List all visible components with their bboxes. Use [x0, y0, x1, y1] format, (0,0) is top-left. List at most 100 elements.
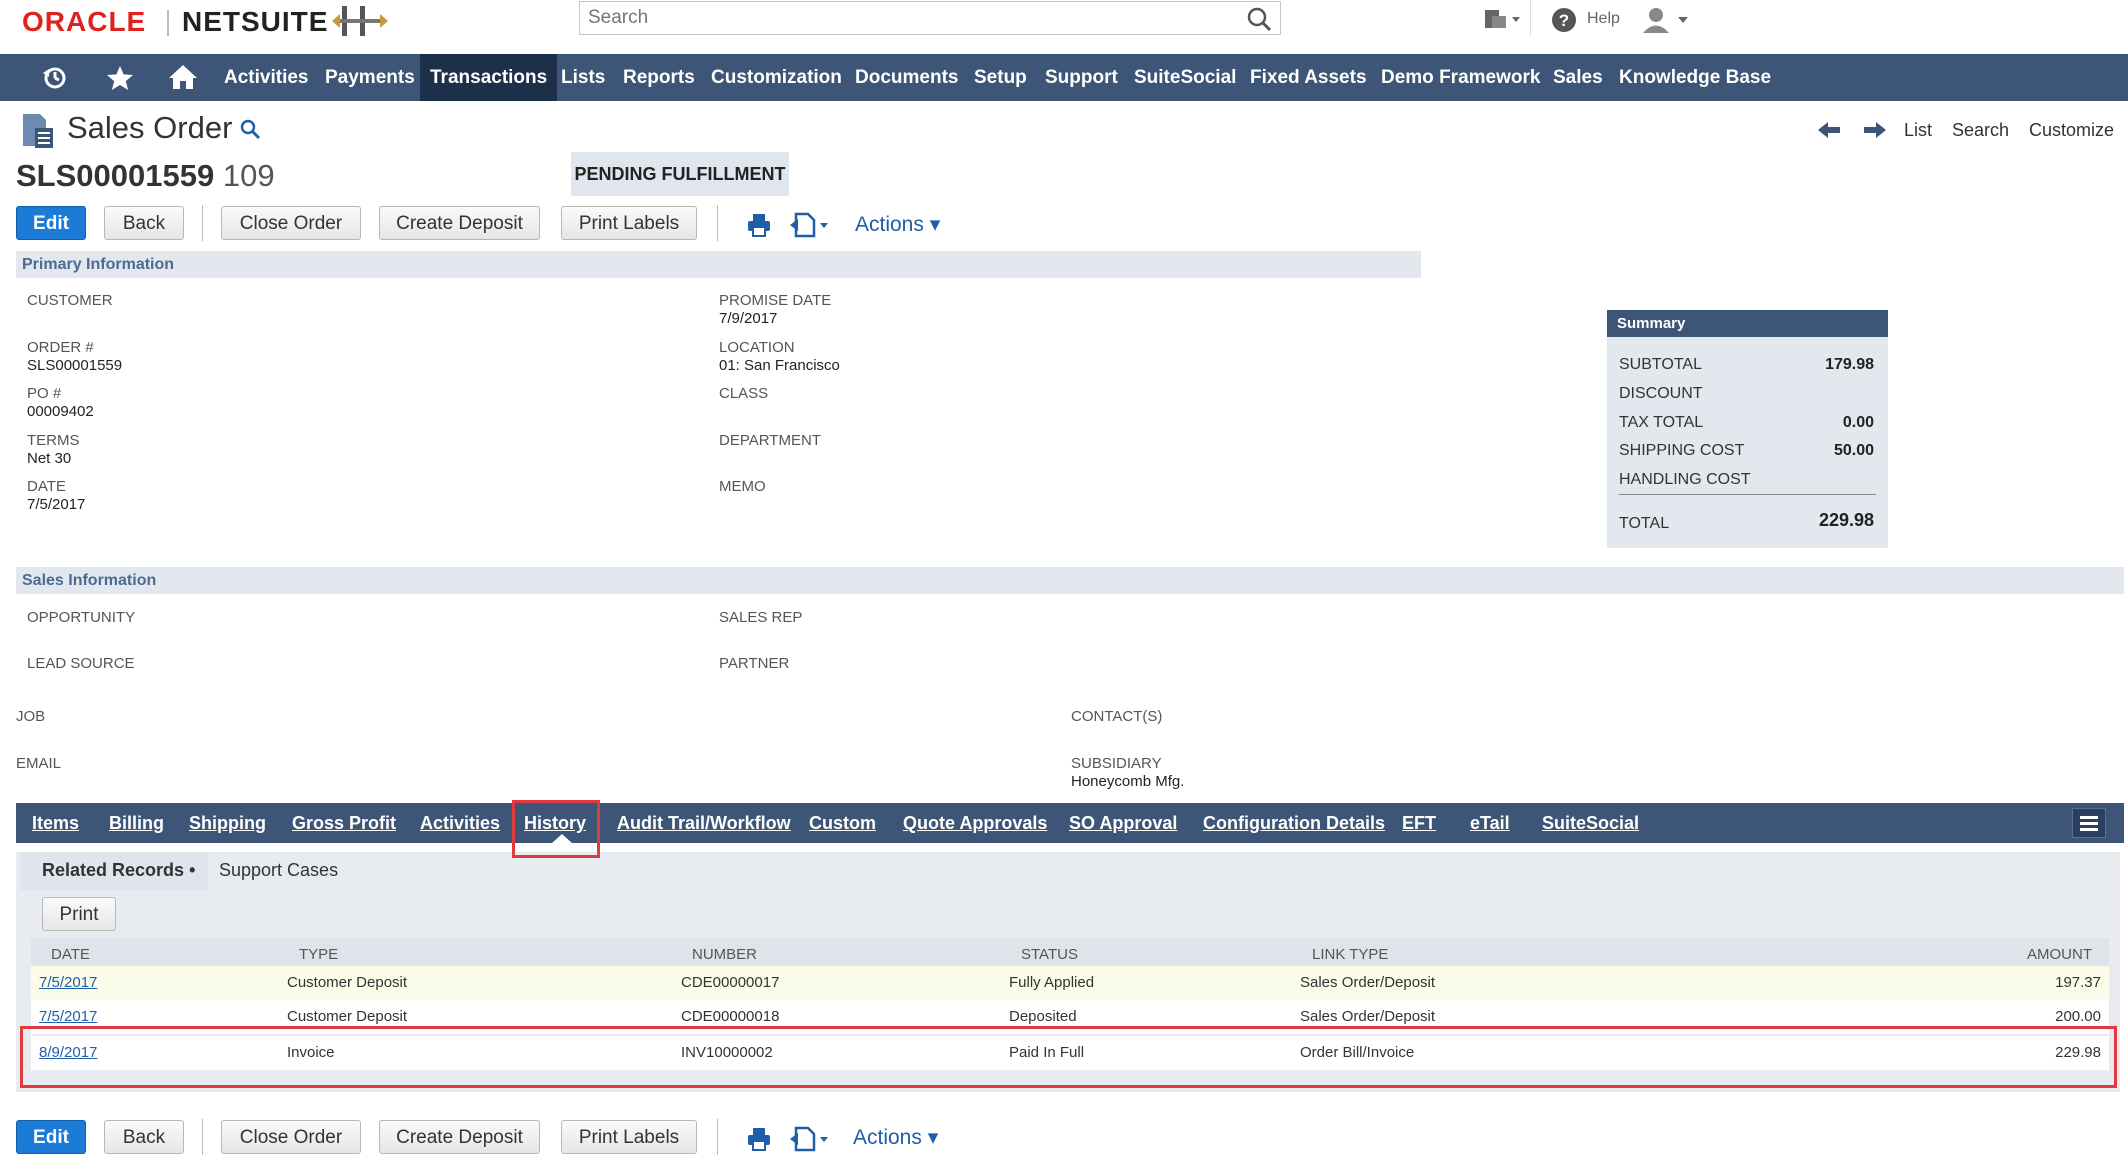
- print-icon[interactable]: [746, 212, 772, 243]
- nav-documents[interactable]: Documents: [855, 54, 958, 101]
- total-value: 229.98: [1818, 510, 1874, 530]
- record-search-icon[interactable]: [239, 118, 261, 145]
- edit-button[interactable]: Edit: [16, 206, 86, 240]
- lead-source-label: LEAD SOURCE: [27, 655, 135, 672]
- print-labels-button-bottom[interactable]: Print Labels: [561, 1120, 697, 1154]
- customize-link[interactable]: Customize: [2029, 120, 2114, 141]
- subtab-related-records[interactable]: Related Records •: [42, 860, 195, 881]
- primary-info-heading: Primary Information: [16, 251, 1421, 278]
- row-date-link[interactable]: 7/5/2017: [39, 974, 97, 991]
- create-deposit-button[interactable]: Create Deposit: [379, 206, 540, 240]
- recent-records-icon[interactable]: [1482, 6, 1522, 37]
- tab-items[interactable]: Items: [32, 803, 79, 843]
- customer-label: CUSTOMER: [27, 292, 113, 309]
- tab-etail[interactable]: eTail: [1470, 803, 1510, 843]
- search-icon[interactable]: [1246, 6, 1272, 37]
- favorites-star-icon[interactable]: [106, 65, 134, 96]
- toolbar-divider: [202, 205, 203, 241]
- nav-customization[interactable]: Customization: [711, 54, 842, 101]
- nav-payments[interactable]: Payments: [325, 54, 415, 101]
- tab-gross-profit[interactable]: Gross Profit: [292, 803, 396, 843]
- actions-menu-bottom[interactable]: Actions ▾: [853, 1125, 938, 1150]
- previous-record-arrow-icon[interactable]: [1818, 120, 1842, 145]
- actions-label: Actions: [853, 1126, 922, 1149]
- next-record-arrow-icon[interactable]: [1862, 120, 1886, 145]
- print-button[interactable]: Print: [42, 897, 116, 931]
- col-type[interactable]: TYPE: [299, 946, 338, 963]
- nav-sales[interactable]: Sales: [1553, 54, 1603, 101]
- edit-button-bottom[interactable]: Edit: [16, 1120, 86, 1154]
- nav-lists[interactable]: Lists: [561, 54, 605, 101]
- tab-activities[interactable]: Activities: [420, 803, 500, 843]
- global-search[interactable]: [579, 1, 1281, 35]
- handling-cost-label: HANDLING COST: [1619, 471, 1751, 488]
- sales-rep-label: SALES REP: [719, 609, 803, 626]
- email-label: EMAIL: [16, 755, 62, 772]
- tab-configuration-details[interactable]: Configuration Details: [1203, 803, 1385, 843]
- help-icon[interactable]: ?: [1550, 6, 1578, 39]
- memo-label: MEMO: [719, 478, 766, 495]
- search-link[interactable]: Search: [1952, 120, 2009, 141]
- nav-demo-framework[interactable]: Demo Framework: [1381, 54, 1540, 101]
- po-label: PO #: [27, 385, 62, 402]
- search-input[interactable]: [586, 2, 1230, 34]
- print-icon[interactable]: [746, 1126, 772, 1157]
- summary-box: Summary SUBTOTAL 179.98 DISCOUNT TAX TOT…: [1607, 310, 1888, 548]
- tab-eft[interactable]: EFT: [1402, 803, 1436, 843]
- back-button[interactable]: Back: [104, 206, 184, 240]
- list-link[interactable]: List: [1904, 120, 1932, 141]
- date-label: DATE: [27, 478, 66, 495]
- tab-shipping[interactable]: Shipping: [189, 803, 266, 843]
- close-order-button-bottom[interactable]: Close Order: [221, 1120, 361, 1154]
- shipping-cost-value: 50.00: [1833, 442, 1874, 459]
- tab-suitesocial[interactable]: SuiteSocial: [1542, 803, 1639, 843]
- nav-setup[interactable]: Setup: [974, 54, 1027, 101]
- subtab-menu-button[interactable]: [2072, 808, 2106, 838]
- user-profile-icon[interactable]: [1640, 6, 1692, 39]
- row-type: Customer Deposit: [287, 974, 408, 991]
- create-deposit-button-bottom[interactable]: Create Deposit: [379, 1120, 540, 1154]
- row-date-link[interactable]: 7/5/2017: [39, 1008, 97, 1025]
- order-number: SLS00001559 109: [16, 158, 275, 194]
- partner-label: PARTNER: [719, 655, 790, 672]
- subtotal-value: 179.98: [1825, 356, 1874, 373]
- nav-knowledge-base[interactable]: Knowledge Base: [1619, 54, 1771, 101]
- tab-custom[interactable]: Custom: [809, 803, 876, 843]
- nav-reports[interactable]: Reports: [623, 54, 695, 101]
- actions-menu[interactable]: Actions ▾: [855, 212, 940, 237]
- toolbar-divider: [202, 1119, 203, 1155]
- col-link-type[interactable]: LINK TYPE: [1312, 946, 1388, 963]
- close-order-button[interactable]: Close Order: [221, 206, 361, 240]
- recent-icon[interactable]: [42, 65, 68, 96]
- subtab-support-cases[interactable]: Support Cases: [219, 860, 338, 881]
- tab-audit-trail[interactable]: Audit Trail/Workflow: [617, 803, 791, 843]
- nav-suitesocial[interactable]: SuiteSocial: [1134, 54, 1236, 101]
- tax-total-label: TAX TOTAL: [1619, 414, 1704, 431]
- tab-quote-approvals[interactable]: Quote Approvals: [903, 803, 1047, 843]
- nav-transactions[interactable]: Transactions: [420, 54, 558, 101]
- tab-billing[interactable]: Billing: [109, 803, 164, 843]
- print-labels-button[interactable]: Print Labels: [561, 206, 697, 240]
- job-label: JOB: [16, 708, 46, 725]
- home-icon[interactable]: [168, 63, 198, 96]
- subsidiary-label: SUBSIDIARY: [1071, 755, 1162, 772]
- back-button-bottom[interactable]: Back: [104, 1120, 184, 1154]
- col-amount[interactable]: AMOUNT: [2027, 946, 2092, 963]
- nav-support[interactable]: Support: [1045, 54, 1118, 101]
- nav-fixed-assets[interactable]: Fixed Assets: [1250, 54, 1367, 101]
- row-link-type: Sales Order/Deposit: [1300, 1008, 1436, 1025]
- export-dropdown-icon[interactable]: [790, 1124, 836, 1157]
- row-amount: 197.37: [2055, 974, 2101, 991]
- help-label[interactable]: Help: [1587, 10, 1620, 28]
- contacts-label: CONTACT(S): [1071, 708, 1163, 725]
- tab-so-approval[interactable]: SO Approval: [1069, 803, 1177, 843]
- col-date[interactable]: DATE: [51, 946, 90, 963]
- col-number[interactable]: NUMBER: [692, 946, 757, 963]
- col-status[interactable]: STATUS: [1021, 946, 1078, 963]
- location-label: LOCATION: [719, 339, 795, 356]
- related-records-label: Related Records: [42, 860, 185, 880]
- nav-activities[interactable]: Activities: [224, 54, 308, 101]
- order-number-value: SLS00001559: [16, 158, 215, 193]
- row-number: CDE00000017: [681, 974, 780, 991]
- export-dropdown-icon[interactable]: [790, 210, 836, 243]
